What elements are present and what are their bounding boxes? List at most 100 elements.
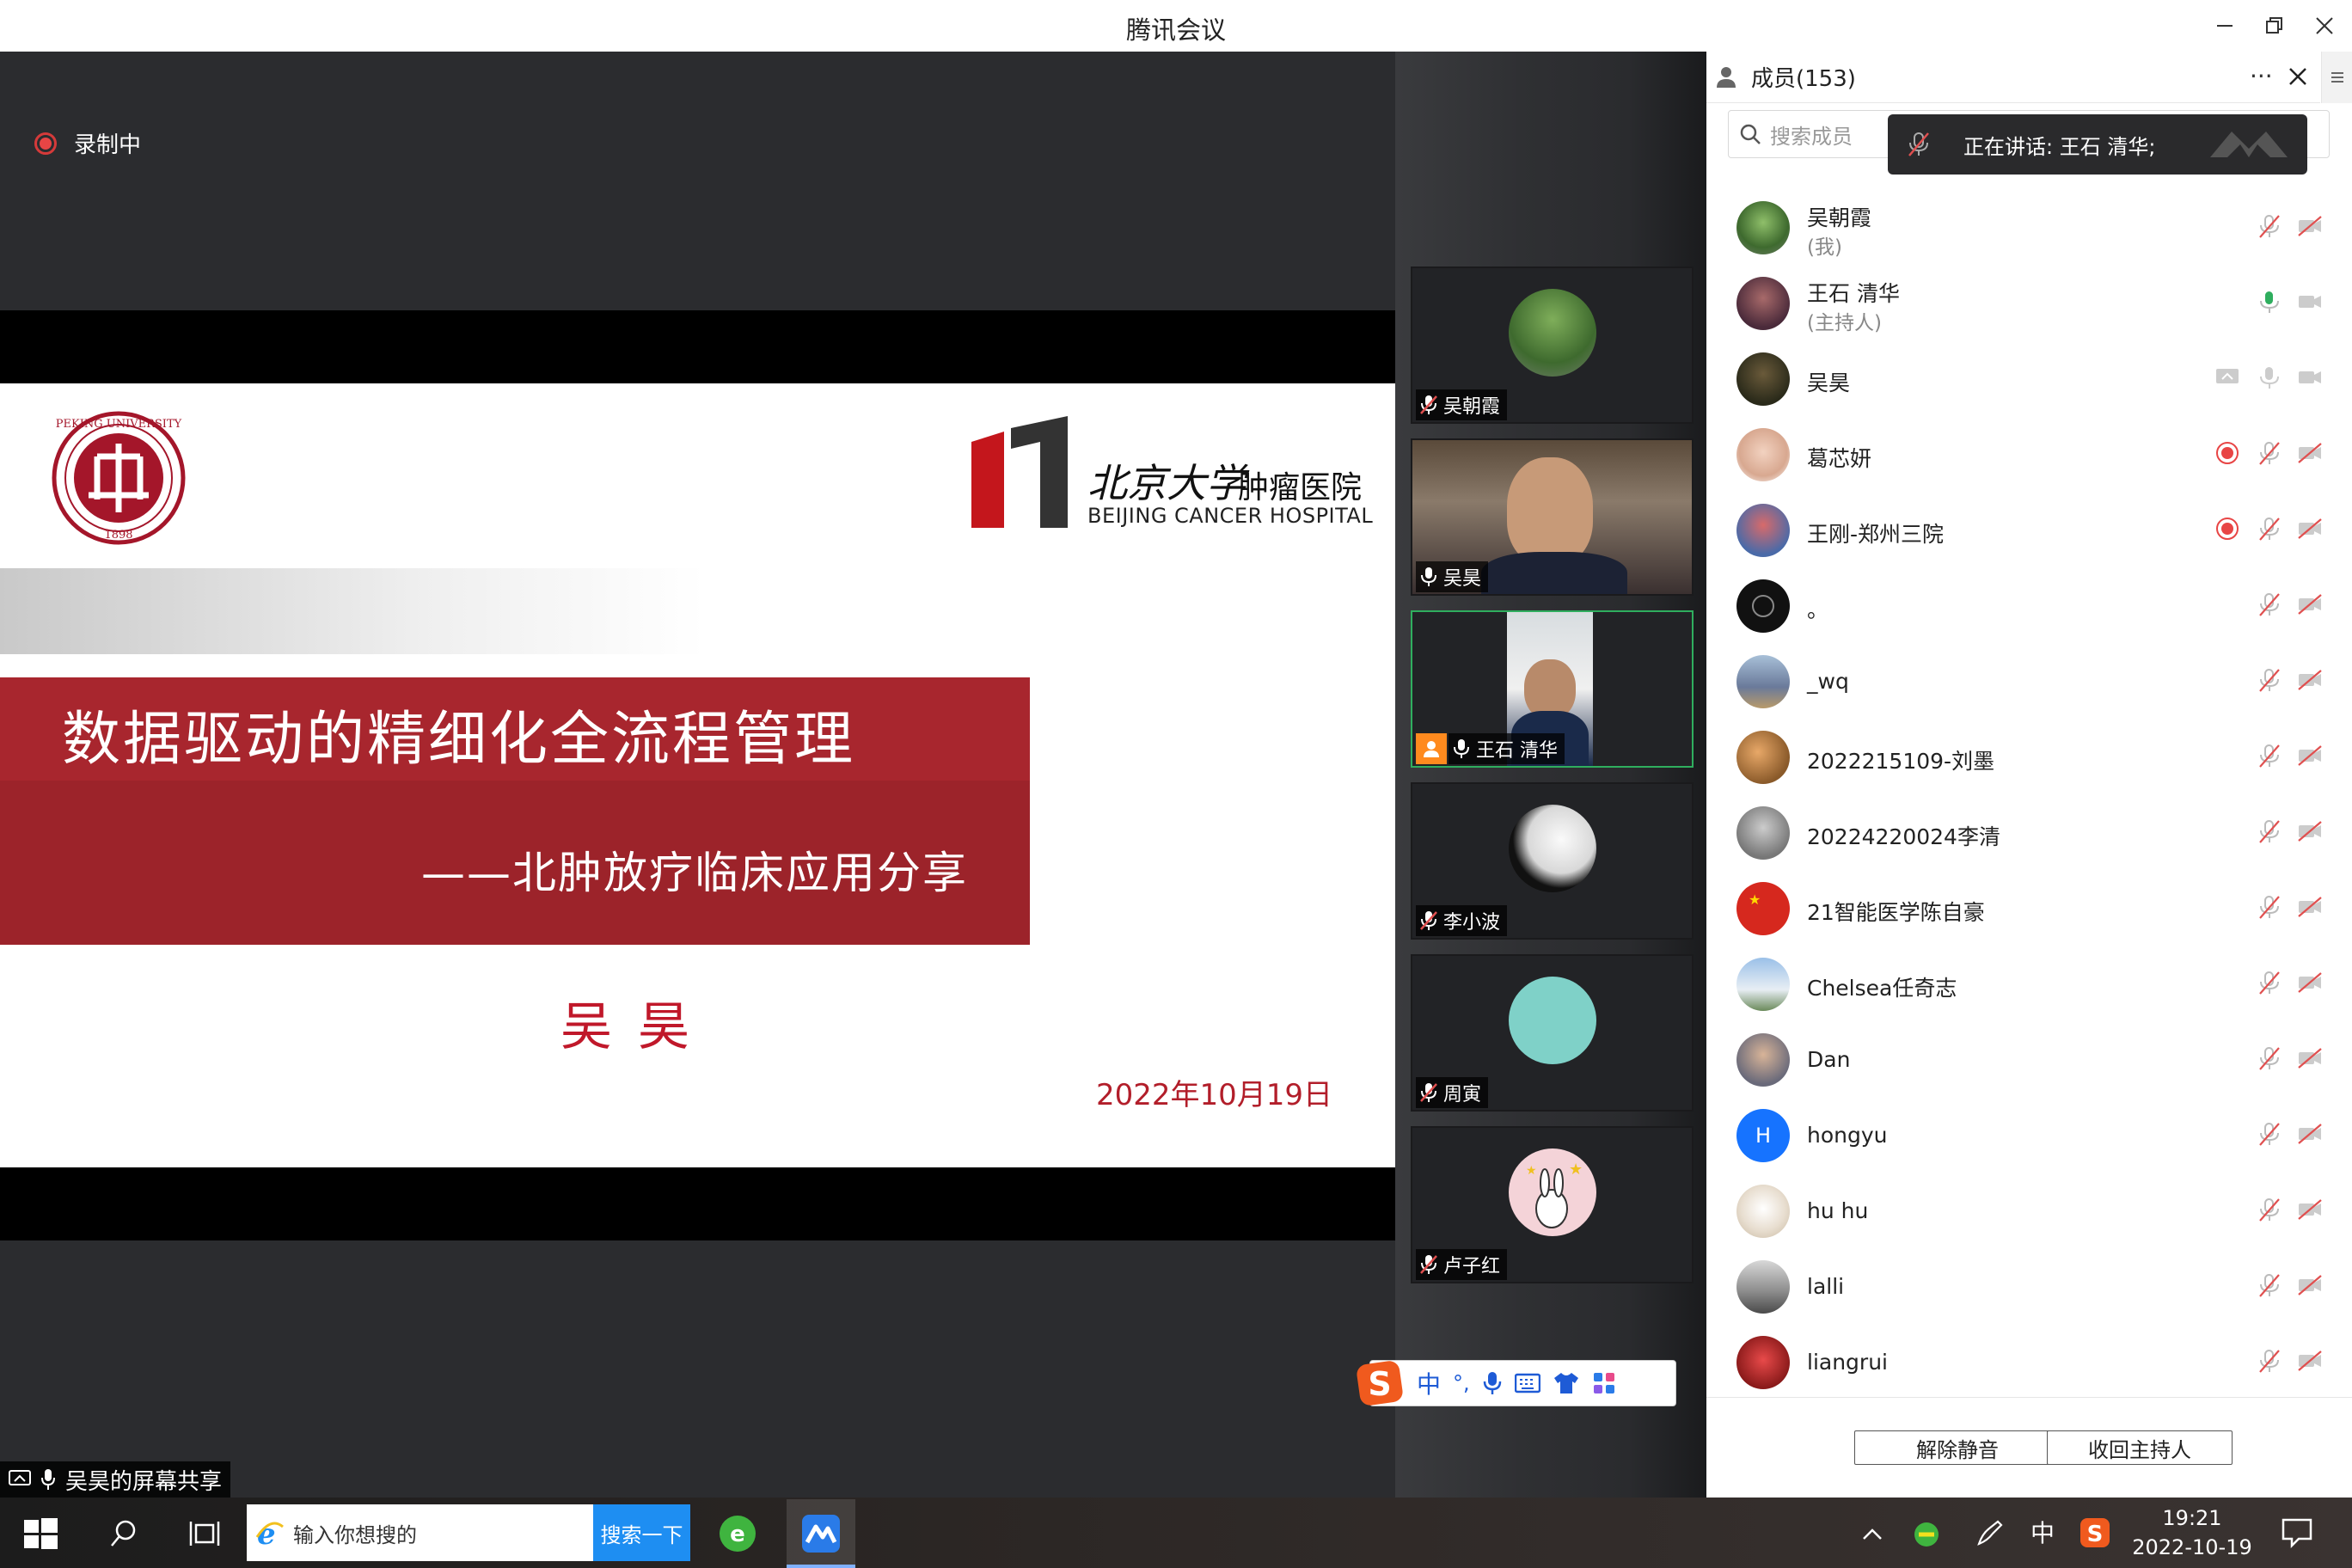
- avatar: [1736, 958, 1790, 1011]
- member-name: hu hu: [1807, 1198, 1869, 1223]
- mic-on-icon[interactable]: [2257, 289, 2282, 315]
- member-name: _wq: [1807, 669, 1849, 694]
- task-view-icon[interactable]: [189, 1518, 220, 1549]
- chevron-up-icon[interactable]: [1860, 1523, 1884, 1544]
- member-row[interactable]: 20224220024李清: [1724, 794, 2333, 867]
- keyboard-icon[interactable]: [1514, 1373, 1540, 1393]
- member-row[interactable]: Chelsea任奇志: [1724, 946, 2333, 1018]
- mic-muted-icon[interactable]: [2257, 970, 2282, 995]
- video-off-icon[interactable]: [2297, 1272, 2323, 1298]
- 360-browser-icon[interactable]: e: [717, 1513, 758, 1554]
- ime-toolbar[interactable]: S 中 °,: [1357, 1360, 1676, 1406]
- mic-muted-icon[interactable]: [2257, 1272, 2282, 1298]
- video-off-icon[interactable]: [2297, 818, 2323, 844]
- member-row[interactable]: ★ 21智能医学陈自豪: [1724, 870, 2333, 942]
- search-icon[interactable]: [108, 1518, 139, 1549]
- member-name: lalli: [1807, 1274, 1845, 1299]
- taskbar-clock[interactable]: 19:21 2022-10-19: [2102, 1504, 2282, 1562]
- clock-date: 2022-10-19: [2132, 1535, 2252, 1559]
- video-tile[interactable]: 李小波: [1411, 782, 1694, 940]
- ime-punct-toggle[interactable]: °,: [1453, 1371, 1470, 1395]
- member-row[interactable]: liangrui: [1724, 1324, 2333, 1396]
- member-row[interactable]: 2022215109-刘墨: [1724, 719, 2333, 791]
- video-off-icon[interactable]: [2297, 440, 2323, 466]
- reclaim-host-button[interactable]: 收回主持人: [2047, 1430, 2233, 1465]
- mic-icon[interactable]: [2257, 364, 2282, 390]
- mic-muted-icon[interactable]: [2257, 213, 2282, 239]
- video-off-icon[interactable]: [2297, 1045, 2323, 1071]
- tile-name: 吴朝霞: [1443, 396, 1501, 418]
- members-icon: [1717, 66, 1736, 88]
- member-row[interactable]: Dan: [1724, 1021, 2333, 1093]
- taskbar-search-input[interactable]: e 输入你想搜的: [247, 1504, 593, 1561]
- mic-muted-icon[interactable]: [2257, 591, 2282, 617]
- taskbar-search-button[interactable]: 搜索一下: [593, 1504, 690, 1561]
- video-tile[interactable]: 周寅: [1411, 954, 1694, 1112]
- video-off-icon[interactable]: [2297, 1348, 2323, 1374]
- member-row[interactable]: 王刚-郑州三院: [1724, 492, 2333, 564]
- restore-button[interactable]: [2257, 10, 2292, 41]
- ime-lang-toggle[interactable]: 中: [1417, 1366, 1441, 1400]
- skin-shirt-icon[interactable]: [1553, 1371, 1580, 1395]
- video-off-icon[interactable]: [2297, 667, 2323, 693]
- video-tile[interactable]: 吴昊: [1411, 438, 1694, 596]
- video-off-icon[interactable]: [2297, 516, 2323, 542]
- more-options-icon[interactable]: ···: [2250, 62, 2273, 90]
- video-tile-active-speaker[interactable]: 王石 清华: [1411, 610, 1694, 768]
- share-owner-label: 吴昊的屏幕共享: [65, 1468, 223, 1495]
- apps-grid-icon[interactable]: [1592, 1371, 1616, 1395]
- mic-muted-icon[interactable]: [2257, 1121, 2282, 1147]
- member-row[interactable]: hu hu: [1724, 1173, 2333, 1245]
- tray-app-icon[interactable]: [1912, 1520, 1941, 1549]
- video-off-icon[interactable]: [2297, 591, 2323, 617]
- avatar: [1736, 1185, 1790, 1238]
- video-off-icon[interactable]: [2297, 1197, 2323, 1222]
- video-off-icon[interactable]: [2297, 894, 2323, 920]
- video-off-icon[interactable]: [2297, 289, 2323, 315]
- video-off-icon[interactable]: [2297, 743, 2323, 769]
- mic-muted-icon[interactable]: [2257, 516, 2282, 542]
- mic-muted-icon[interactable]: [2257, 894, 2282, 920]
- member-row[interactable]: 吴朝霞 (我): [1724, 189, 2333, 261]
- member-row[interactable]: 吴昊: [1724, 340, 2333, 413]
- avatar: H: [1736, 1109, 1790, 1162]
- member-row[interactable]: _wq: [1724, 643, 2333, 715]
- mic-muted-icon: [1908, 132, 1929, 156]
- avatar: ★: [1736, 882, 1790, 935]
- avatar: [1736, 428, 1790, 481]
- close-button[interactable]: [2307, 10, 2342, 41]
- video-tile[interactable]: 吴朝霞: [1411, 266, 1694, 424]
- member-row[interactable]: H hongyu: [1724, 1097, 2333, 1169]
- taskbar-app-active[interactable]: [787, 1499, 855, 1568]
- unmute-all-button[interactable]: 解除静音: [1854, 1430, 2061, 1465]
- notification-center-icon[interactable]: [2280, 1516, 2314, 1549]
- mic-muted-icon[interactable]: [2257, 818, 2282, 844]
- member-row[interactable]: lalli: [1724, 1248, 2333, 1320]
- member-row[interactable]: 王石 清华 (主持人): [1724, 265, 2333, 337]
- video-off-icon[interactable]: [2297, 213, 2323, 239]
- video-off-icon[interactable]: [2297, 970, 2323, 995]
- mic-muted-icon[interactable]: [2257, 743, 2282, 769]
- recording-indicator[interactable]: 录制中: [34, 127, 141, 159]
- mic-icon[interactable]: [1482, 1370, 1503, 1396]
- mic-muted-icon[interactable]: [2257, 440, 2282, 466]
- mic-muted-icon[interactable]: [2257, 667, 2282, 693]
- windows-start-icon[interactable]: [24, 1518, 58, 1549]
- slide-title: 数据驱动的精细化全流程管理: [62, 706, 856, 774]
- minimize-button[interactable]: [2208, 10, 2242, 41]
- member-row[interactable]: 。: [1724, 567, 2333, 640]
- mic-muted-icon[interactable]: [2257, 1348, 2282, 1374]
- mic-muted-icon[interactable]: [2257, 1045, 2282, 1071]
- member-name: 王石 清华: [1807, 281, 1900, 306]
- video-off-icon[interactable]: [2297, 1121, 2323, 1147]
- close-panel-icon[interactable]: [2288, 66, 2308, 87]
- recording-icon: [2216, 442, 2239, 464]
- video-off-icon[interactable]: [2297, 364, 2323, 390]
- speaking-label: 正在讲话: 王石 清华;: [1963, 134, 2156, 159]
- mic-muted-icon[interactable]: [2257, 1197, 2282, 1222]
- video-tile[interactable]: ★ ★ 卢子红: [1411, 1126, 1694, 1283]
- pen-icon[interactable]: [1974, 1518, 2005, 1549]
- sidebar-toggle[interactable]: [2321, 52, 2352, 103]
- member-row[interactable]: 葛芯妍: [1724, 416, 2333, 488]
- ime-lang-indicator[interactable]: 中: [2030, 1515, 2055, 1549]
